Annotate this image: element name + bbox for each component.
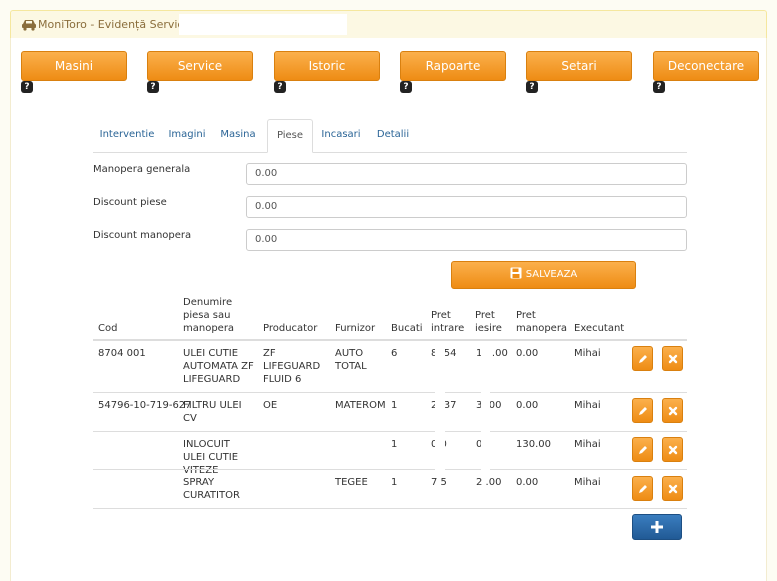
close-icon [668,406,678,416]
row-executant: Mihai [574,477,601,488]
table-bottom-divider [93,508,687,509]
col-header-bucati: Bucati [391,323,423,334]
row-pret-intrare: 7 5 [431,477,447,488]
row-divider [93,431,687,432]
col-header-cod: Cod [98,323,118,334]
col-header-producator: Producator [263,323,318,334]
save-button-label: SALVEAZA [525,269,578,280]
row-denumire: SPRAY CURATITOR [183,477,240,501]
col-header-pret-intrare: Pret intrare [431,310,465,334]
header-blank-box [179,14,347,35]
help-icon[interactable]: ? [400,81,412,93]
app-title: MoniToro - Evidență Service - [38,18,198,31]
row-executant: Mihai [574,400,601,411]
row-executant: Mihai [574,348,601,359]
nav-rapoarte-button[interactable]: Rapoarte [400,51,506,81]
add-row-button[interactable] [632,514,682,540]
help-icon[interactable]: ? [21,81,33,93]
discount-manopera-input[interactable]: 0.00 [246,229,687,251]
col-header-pret-iesire: Pret iesire [475,310,502,334]
close-icon [668,354,678,364]
tab-bar: Interventie Imagini Masina Piese Incasar… [93,119,687,153]
tab-incasari[interactable]: Incasari [320,119,362,153]
row-divider [93,469,687,470]
edit-button[interactable] [632,476,653,501]
pencil-icon [639,446,647,454]
delete-button[interactable] [662,346,683,371]
row-producator: ZF LIFEGUARD FLUID 6 [263,348,321,385]
tab-masina[interactable]: Masina [217,119,259,153]
discount-manopera-label: Discount manopera [93,230,192,241]
top-bar: MoniToro - Evidență Service - [10,10,767,38]
close-icon [668,445,678,455]
save-button[interactable]: SALVEAZA [451,261,636,289]
col-header-furnizor: Furnizor [335,323,376,334]
tab-imagini[interactable]: Imagini [165,119,209,153]
pencil-icon [639,355,647,363]
tab-detalii[interactable]: Detalii [373,119,413,153]
row-bucati: 1 [391,439,398,450]
delete-button[interactable] [662,398,683,423]
nav-setari-button[interactable]: Setari [526,51,632,81]
row-cod: 8704 001 [98,348,146,359]
close-icon [668,484,678,494]
nav-service-button[interactable]: Service [147,51,253,81]
col-header-denumire: Denumire piesa sau manopera [183,297,235,334]
edit-button[interactable] [632,437,653,462]
table-header-divider [93,339,687,341]
delete-button[interactable] [662,437,683,462]
help-icon[interactable]: ? [526,81,538,93]
manopera-generala-label: Manopera generala [93,164,191,175]
help-icon[interactable]: ? [147,81,159,93]
row-pret-manopera: 0.00 [516,477,539,488]
nav-istoric-button[interactable]: Istoric [274,51,380,81]
delete-button[interactable] [662,476,683,501]
occlusion-strip [481,342,490,470]
row-pret-manopera: 0.00 [516,400,539,411]
row-bucati: 6 [391,348,398,359]
occlusion-strip [435,342,445,470]
edit-button[interactable] [632,346,653,371]
col-header-executant: Executant [574,323,625,334]
pencil-icon [639,485,647,493]
row-pret-iesire: 2 .00 [476,477,502,488]
row-furnizor: AUTO TOTAL [335,348,367,372]
row-bucati: 1 [391,477,398,488]
row-cod: 54796-10-719-627 [98,400,192,411]
floppy-disk-icon [510,267,522,279]
row-furnizor: TEGEE [335,477,368,488]
row-pret-manopera: 130.00 [516,439,551,450]
help-icon[interactable]: ? [274,81,286,93]
row-executant: Mihai [574,439,601,450]
row-furnizor: MATEROM [335,400,386,411]
pencil-icon [639,407,647,415]
discount-piese-input[interactable]: 0.00 [246,196,687,218]
row-bucati: 1 [391,400,398,411]
tab-piese[interactable]: Piese [267,119,313,153]
edit-button[interactable] [632,398,653,423]
col-header-pret-manopera: Pret manopera [516,310,568,334]
tab-interventie[interactable]: Interventie [96,119,158,153]
help-icon[interactable]: ? [653,81,665,93]
row-divider [93,392,687,393]
nav-masini-button[interactable]: Masini [21,51,127,81]
row-producator: OE [263,400,278,411]
car-icon [22,20,36,31]
nav-deconectare-button[interactable]: Deconectare [653,51,759,81]
row-pret-manopera: 0.00 [516,348,539,359]
row-denumire: FILTRU ULEI CV [183,400,242,424]
discount-piese-label: Discount piese [93,197,167,208]
plus-icon [651,521,663,533]
manopera-generala-input[interactable]: 0.00 [246,163,687,185]
row-denumire: ULEI CUTIE AUTOMATA ZF LIFEGUARD [183,348,254,385]
row-denumire: INLOCUIT ULEI CUTIE VITEZE [183,439,239,476]
